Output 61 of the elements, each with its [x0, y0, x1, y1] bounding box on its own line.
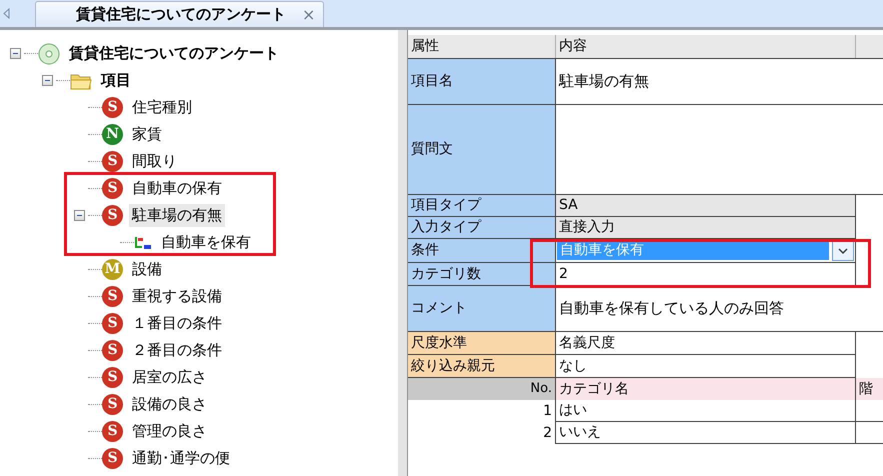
tree-item[interactable]: 項目 — [98, 69, 134, 92]
column-header: 属性 — [408, 35, 556, 58]
type-badge: S — [102, 97, 123, 118]
property-label: 尺度水準 — [408, 332, 556, 355]
tree-item[interactable]: 家賃 — [129, 123, 165, 146]
category-cell: はい — [556, 400, 856, 422]
folder-icon — [70, 72, 92, 90]
value-cell: SA — [556, 195, 856, 217]
type-badge: N — [102, 124, 123, 145]
type-badge: S — [102, 286, 123, 307]
type-badge: S — [102, 205, 123, 226]
property-label: 項目タイプ — [408, 195, 556, 217]
tree-item[interactable]: 重視する設備 — [129, 285, 225, 308]
type-badge: S — [102, 340, 123, 361]
chevron-down-icon[interactable] — [832, 240, 854, 260]
close-button[interactable]: × — [302, 2, 316, 26]
property-label: 絞り込み親元 — [408, 355, 556, 378]
column-header: カテゴリ名 — [556, 378, 856, 400]
type-badge: S — [102, 151, 123, 172]
value-cell: 直接入力 — [556, 217, 856, 239]
property-label: コメント — [408, 286, 556, 332]
column-header: 階 — [856, 378, 883, 400]
value-cell: 名義尺度 — [556, 332, 856, 355]
tree-item[interactable]: 管理の良さ — [129, 420, 210, 443]
condition-icon — [134, 236, 152, 250]
property-label: 項目名 — [408, 59, 556, 105]
tree-item[interactable]: １番目の条件 — [129, 312, 225, 335]
tree-item[interactable]: 賃貸住宅についてのアンケート — [66, 42, 282, 65]
property-label: カテゴリ数 — [408, 263, 556, 286]
value-cell: なし — [556, 355, 856, 378]
category-cell: いいえ — [556, 422, 856, 444]
type-badge: S — [102, 394, 123, 415]
tree-item[interactable]: 通勤･通学の便 — [129, 447, 233, 470]
column-header: 内容 — [556, 35, 856, 58]
collapse-icon[interactable] — [74, 210, 85, 221]
disc-icon — [38, 42, 60, 64]
tree-item[interactable]: 自動車の保有 — [129, 177, 225, 200]
tree-item[interactable]: 設備 — [129, 258, 165, 281]
property-label: 入力タイプ — [408, 217, 556, 239]
type-badge: S — [102, 421, 123, 442]
tree-item[interactable]: 居室の広さ — [129, 366, 210, 389]
tree-item[interactable]: 駐車場の有無 — [129, 204, 225, 227]
property-label: 質問文 — [408, 105, 556, 195]
property-label: 条件 — [408, 239, 556, 263]
type-badge: M — [102, 259, 123, 280]
tree-item[interactable]: 自動車を保有 — [158, 231, 254, 254]
scroll-left-icon[interactable] — [3, 8, 10, 19]
tree-item[interactable]: ２番目の条件 — [129, 339, 225, 362]
row-number: 2 — [408, 422, 556, 444]
document-tab[interactable]: 賃貸住宅についてのアンケート × — [35, 1, 324, 27]
row-number: 1 — [408, 400, 556, 422]
tree-item[interactable]: 住宅種別 — [129, 96, 195, 119]
tree-item[interactable]: 設備の良さ — [129, 393, 210, 416]
column-header: No. — [408, 378, 556, 400]
type-badge: S — [102, 178, 123, 199]
type-badge: S — [102, 448, 123, 469]
collapse-icon[interactable] — [42, 75, 53, 86]
tree-item[interactable]: 間取り — [129, 150, 180, 173]
collapse-icon[interactable] — [10, 48, 21, 59]
type-badge: S — [102, 313, 123, 334]
type-badge: S — [102, 367, 123, 388]
